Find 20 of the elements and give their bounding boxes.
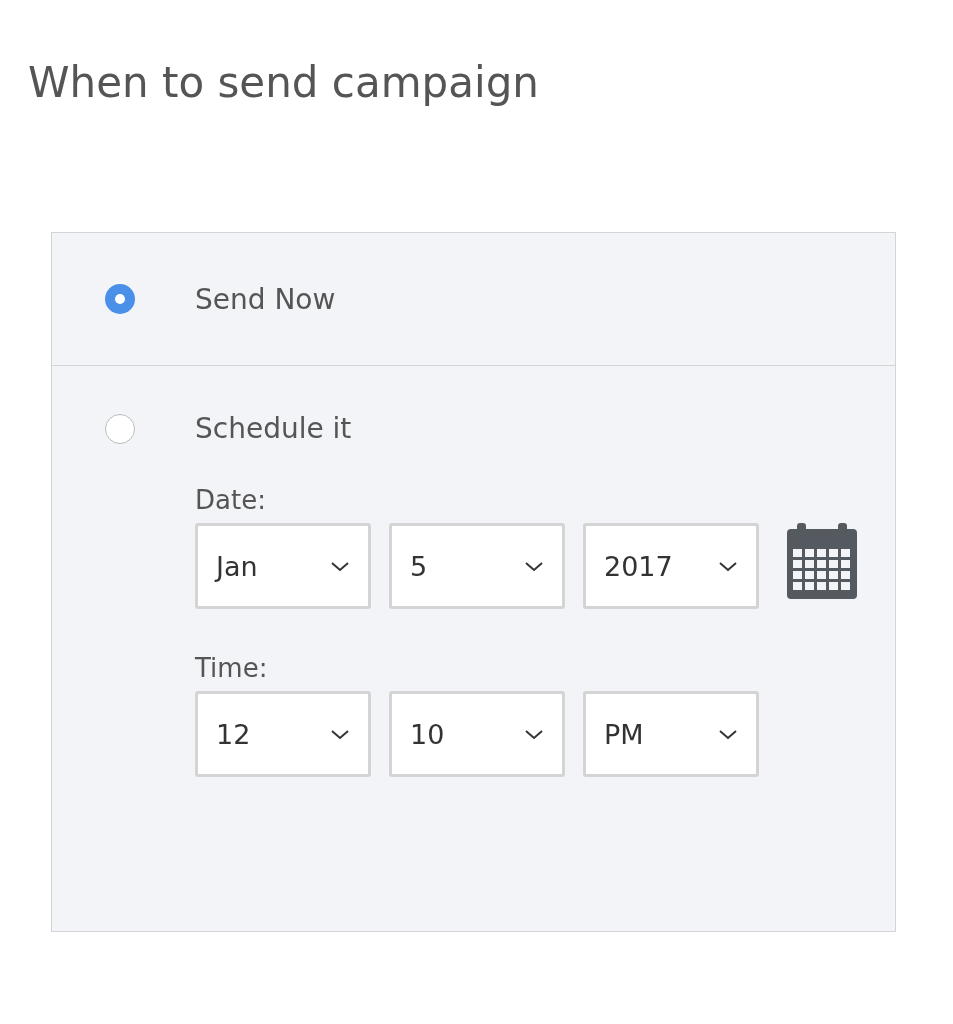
dropdown[interactable]: 12	[195, 691, 371, 777]
caret-icon	[524, 728, 544, 740]
caret-icon	[330, 728, 350, 740]
dropdown[interactable]: 5	[389, 523, 565, 609]
field-label: Time:	[195, 653, 268, 683]
calendar-icon[interactable]	[787, 523, 857, 599]
option-label[interactable]: Schedule it	[195, 412, 352, 445]
caret-icon	[330, 560, 350, 572]
caret-icon	[524, 560, 544, 572]
radio-button[interactable]	[105, 413, 135, 444]
page-title: When to send campaign	[28, 58, 540, 107]
dropdown[interactable]: PM	[583, 691, 759, 777]
field-label: Date:	[195, 485, 266, 515]
radio-button[interactable]	[105, 284, 135, 314]
caret-icon	[718, 560, 738, 572]
dropdown[interactable]: 2017	[583, 523, 759, 609]
dropdown[interactable]: 10	[389, 691, 565, 777]
option-label[interactable]: Send Now	[195, 282, 336, 316]
dropdown[interactable]: Jan	[195, 523, 371, 609]
caret-icon	[718, 728, 738, 740]
